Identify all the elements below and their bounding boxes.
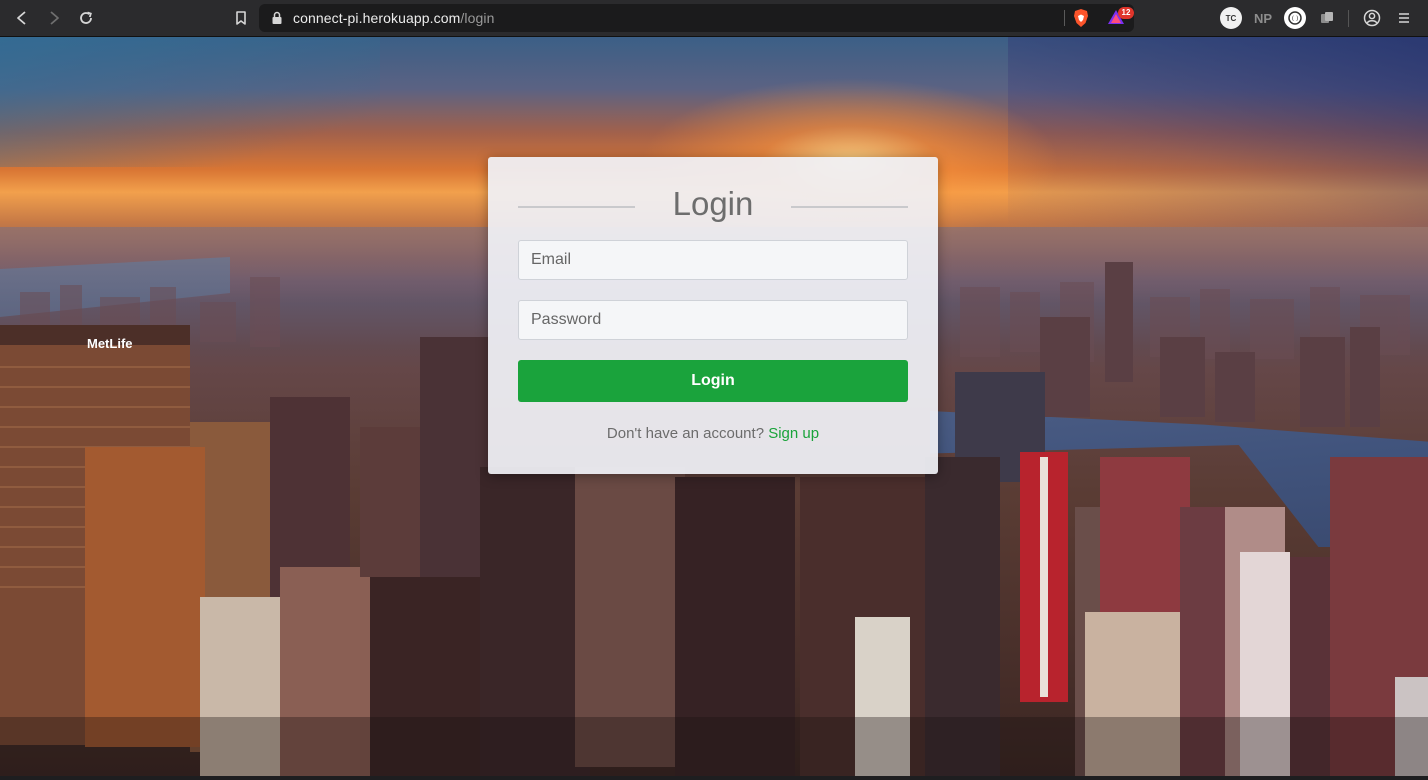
signup-prompt: Don't have an account? bbox=[606, 425, 765, 442]
url-divider bbox=[1064, 10, 1065, 26]
signup-link[interactable]: Sign up bbox=[768, 425, 819, 442]
email-field[interactable] bbox=[518, 240, 908, 280]
password-field[interactable] bbox=[518, 300, 908, 340]
url-text[interactable]: connect-pi.herokuapp.com/login bbox=[293, 10, 494, 26]
extension-np-icon[interactable]: NP bbox=[1252, 7, 1274, 29]
signup-row: Don't have an account? Sign up bbox=[488, 425, 938, 442]
url-host: connect-pi.herokuapp.com bbox=[293, 10, 461, 26]
url-path: /login bbox=[460, 10, 495, 26]
extensions-puzzle-icon[interactable] bbox=[1316, 7, 1338, 29]
metlife-sign: MetLife bbox=[87, 336, 133, 351]
page-viewport: MetLife Login Login Don't have an accoun… bbox=[0, 37, 1428, 776]
address-bar[interactable]: connect-pi.herokuapp.com/login 12 bbox=[259, 4, 1134, 32]
forward-icon[interactable] bbox=[42, 6, 66, 30]
extension-tc-icon[interactable]: TC bbox=[1220, 7, 1242, 29]
reload-icon[interactable] bbox=[74, 6, 98, 30]
extension-np-label: NP bbox=[1253, 10, 1273, 26]
toolbar-divider bbox=[1348, 10, 1349, 27]
login-button[interactable]: Login bbox=[518, 360, 908, 402]
login-card: Login Login Don't have an account? Sign … bbox=[488, 157, 938, 474]
login-title: Login bbox=[672, 185, 754, 222]
title-divider-right bbox=[791, 206, 908, 208]
brave-shields-icon[interactable] bbox=[1072, 8, 1090, 33]
extension-eye-icon[interactable]: ( ) bbox=[1284, 7, 1306, 29]
menu-icon[interactable] bbox=[1393, 7, 1415, 29]
rewards-badge: 12 bbox=[1118, 7, 1134, 19]
bookmark-icon[interactable] bbox=[229, 6, 253, 30]
browser-toolbar: connect-pi.herokuapp.com/login 12 TC NP … bbox=[0, 0, 1428, 37]
lock-icon[interactable] bbox=[271, 11, 283, 30]
back-icon[interactable] bbox=[10, 6, 34, 30]
extension-tc-label: TC bbox=[1225, 13, 1237, 23]
profile-icon[interactable] bbox=[1361, 7, 1383, 29]
svg-text:( ): ( ) bbox=[1292, 16, 1299, 23]
title-row: Login bbox=[518, 181, 908, 231]
